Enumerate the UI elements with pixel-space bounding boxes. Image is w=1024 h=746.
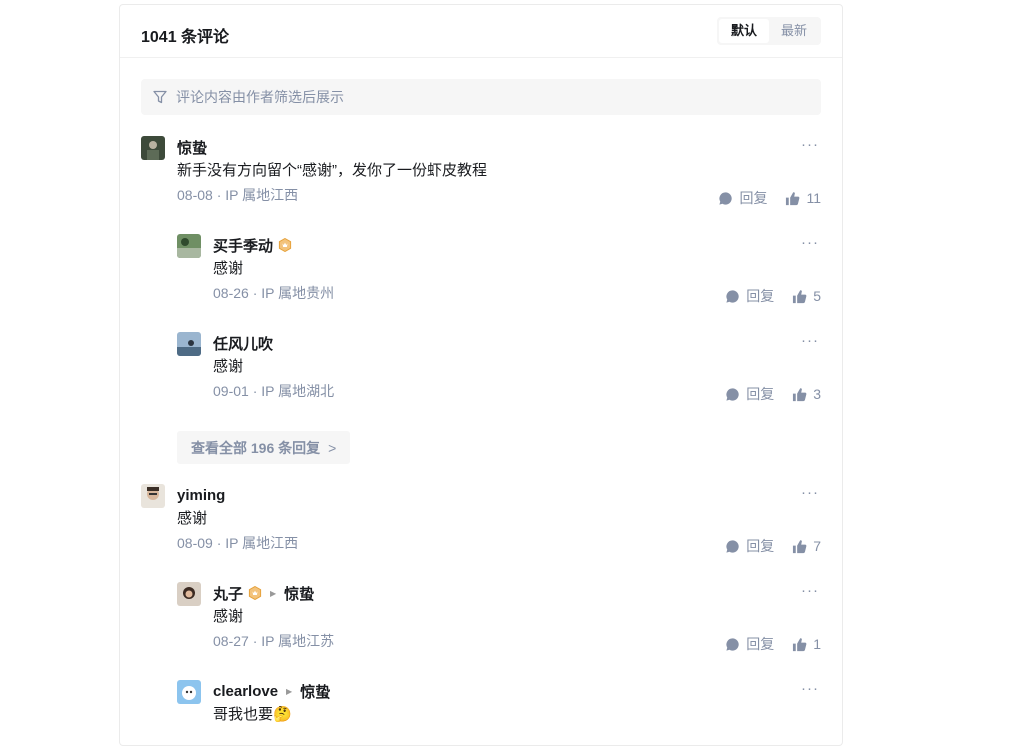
reply-button[interactable]: 回复: [725, 384, 774, 404]
reply-item: 任风儿吹 感谢 09-01 · IP 属地湖北 ··· 回复 3: [177, 332, 821, 406]
comment-actions: 回复 7: [725, 534, 821, 558]
comment-item: 惊蛰 新手没有方向留个“感谢”，发你了一份虾皮教程 08-08 · IP 属地江…: [141, 136, 821, 210]
comment-bubble-icon: [726, 539, 739, 553]
comment-text: 感谢: [177, 510, 208, 527]
reply-label: 回复: [746, 636, 775, 652]
member-badge-icon: [248, 586, 262, 600]
view-all-replies-button[interactable]: 查看全部 196 条回复 >: [177, 431, 351, 464]
comment-text: 哥我也要🤔: [213, 702, 821, 727]
comment-text: 感谢: [213, 260, 244, 277]
like-count: 11: [806, 190, 821, 206]
reply-button[interactable]: 回复: [725, 286, 774, 306]
filter-notice: 评论内容由作者筛选后展示: [141, 79, 821, 115]
more-icon[interactable]: ···: [801, 234, 819, 251]
more-icon[interactable]: ···: [801, 484, 819, 501]
avatar[interactable]: [177, 582, 201, 606]
more-icon[interactable]: ···: [801, 332, 819, 349]
sort-latest-button[interactable]: 最新: [769, 19, 819, 43]
more-icon[interactable]: ···: [801, 680, 819, 697]
like-button[interactable]: 3: [792, 386, 821, 402]
sort-default-button[interactable]: 默认: [719, 19, 769, 43]
view-all-label: 查看全部 196 条回复: [191, 439, 321, 456]
thumbs-up-icon: [793, 289, 807, 303]
user-name[interactable]: yiming: [177, 487, 225, 504]
sort-toggle: 默认 最新: [717, 17, 821, 45]
comment-actions: 回复 3: [725, 382, 821, 406]
like-count: 5: [813, 288, 821, 304]
comment-bubble-icon: [719, 191, 733, 205]
comment-text: 感谢: [213, 358, 244, 375]
thinking-emoji: 🤔: [273, 706, 292, 723]
chevron-right-icon: >: [328, 439, 337, 456]
reply-item: 丸子 ▶ 惊蛰 感谢 08-27 · IP 属地江苏 ··· 回复 1: [177, 582, 821, 656]
more-icon[interactable]: ···: [801, 582, 819, 599]
reply-label: 回复: [746, 538, 775, 554]
reply-to-name[interactable]: 惊蛰: [284, 583, 314, 604]
thumbs-up-icon: [793, 387, 807, 401]
avatar[interactable]: [141, 136, 165, 160]
reply-label: 回复: [746, 386, 775, 402]
like-button[interactable]: 7: [792, 538, 821, 554]
comment-count: 1041 条评论: [141, 29, 230, 46]
comment-panel: 1041 条评论 默认 最新 评论内容由作者筛选后展示 惊蛰 新手没有方向留个“…: [119, 4, 843, 746]
reply-item: clearlove ▶ 惊蛰 哥我也要🤔 ···: [177, 680, 821, 740]
user-name[interactable]: 丸子: [213, 583, 243, 604]
reply-button[interactable]: 回复: [725, 634, 774, 654]
comment-header: 1041 条评论 默认 最新: [120, 5, 842, 58]
comment-item: yiming 感谢 08-09 · IP 属地江西 ··· 回复 7: [141, 484, 821, 558]
like-count: 7: [813, 538, 821, 554]
comment-actions: 回复 5: [725, 284, 821, 308]
like-button[interactable]: 11: [785, 190, 821, 206]
reply-button[interactable]: 回复: [725, 536, 774, 556]
user-name[interactable]: 买手季动: [213, 235, 273, 256]
avatar[interactable]: [141, 484, 165, 508]
user-name[interactable]: 惊蛰: [177, 137, 207, 158]
thumbs-up-icon: [786, 191, 800, 205]
reply-arrow-icon: ▶: [286, 686, 293, 696]
member-badge-icon: [278, 238, 292, 252]
like-button[interactable]: 5: [792, 288, 821, 304]
comment-text-content: 哥我也要: [213, 706, 274, 723]
comment-bubble-icon: [726, 637, 739, 651]
comment-actions: 回复 1: [725, 632, 821, 656]
filter-text: 评论内容由作者筛选后展示: [176, 89, 344, 105]
user-name[interactable]: 任风儿吹: [213, 333, 273, 354]
like-count: 3: [813, 386, 821, 402]
filter-icon: [153, 90, 167, 104]
reply-button[interactable]: 回复: [718, 188, 767, 208]
reply-arrow-icon: ▶: [270, 588, 277, 598]
thumbs-up-icon: [793, 637, 807, 651]
avatar[interactable]: [177, 332, 201, 356]
avatar[interactable]: [177, 234, 201, 258]
comment-bubble-icon: [726, 387, 739, 401]
like-button[interactable]: 1: [792, 636, 821, 652]
comment-actions: 回复 11: [718, 186, 821, 210]
reply-item: 买手季动 感谢 08-26 · IP 属地贵州 ··· 回复 5: [177, 234, 821, 308]
comment-bubble-icon: [726, 289, 739, 303]
reply-label: 回复: [746, 288, 775, 304]
reply-to-name[interactable]: 惊蛰: [300, 681, 330, 702]
reply-label: 回复: [739, 190, 768, 206]
more-icon[interactable]: ···: [801, 136, 819, 153]
user-name[interactable]: clearlove: [213, 683, 278, 700]
comment-text: 新手没有方向留个“感谢”，发你了一份虾皮教程: [177, 162, 487, 179]
like-count: 1: [813, 636, 821, 652]
thumbs-up-icon: [793, 539, 807, 553]
comment-text: 感谢: [213, 608, 244, 625]
avatar[interactable]: [177, 680, 201, 704]
